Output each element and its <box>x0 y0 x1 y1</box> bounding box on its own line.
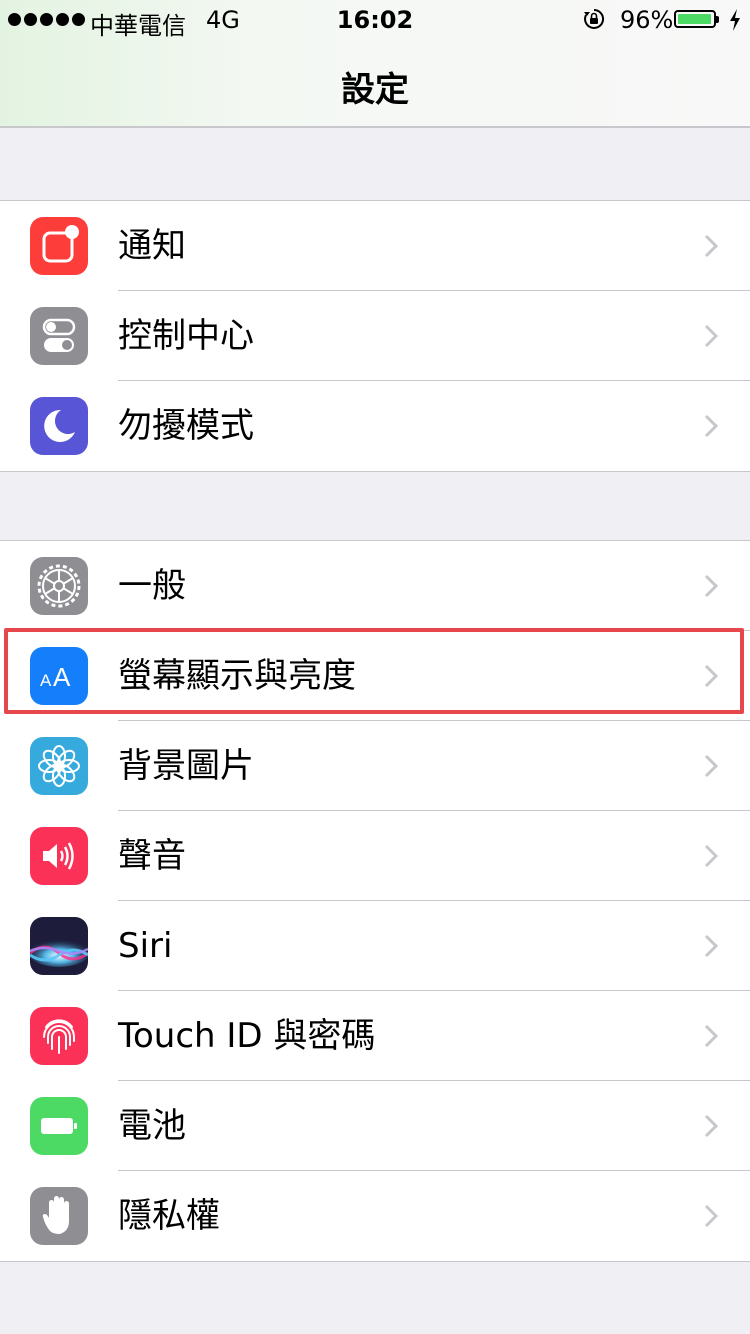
svg-text:A: A <box>53 662 71 692</box>
gear-icon <box>30 557 88 615</box>
settings-row-label: 螢幕顯示與亮度 <box>118 656 356 696</box>
settings-row-do-not-disturb[interactable]: 勿擾模式 <box>0 381 750 471</box>
chevron-right-icon <box>704 324 718 348</box>
battery-icon <box>674 10 719 28</box>
chevron-right-icon <box>704 414 718 438</box>
settings-row-label: Siri <box>118 926 173 966</box>
chevron-right-icon <box>704 1204 718 1228</box>
settings-group-2: 一般 A A 螢幕顯示與亮度 背景圖片 聲音 Siri Touch ID 與密碼… <box>0 540 750 1262</box>
control-center-icon <box>30 307 88 365</box>
settings-row-touch-id[interactable]: Touch ID 與密碼 <box>0 991 750 1081</box>
settings-row-label: 電池 <box>118 1106 186 1146</box>
settings-row-siri[interactable]: Siri <box>0 901 750 991</box>
chevron-right-icon <box>704 664 718 688</box>
charging-bolt-icon <box>730 9 740 31</box>
rotation-lock-icon <box>584 8 605 29</box>
settings-row-wallpaper[interactable]: 背景圖片 <box>0 721 750 811</box>
settings-row-label: Touch ID 與密碼 <box>118 1016 376 1056</box>
hand-icon <box>30 1187 88 1245</box>
chevron-right-icon <box>704 1024 718 1048</box>
siri-icon <box>30 917 88 975</box>
settings-row-label: 一般 <box>118 566 186 606</box>
settings-group-1: 通知 控制中心 勿擾模式 <box>0 200 750 472</box>
settings-row-label: 勿擾模式 <box>118 406 254 446</box>
settings-row-label: 通知 <box>118 226 186 266</box>
fingerprint-icon <box>30 1007 88 1065</box>
chevron-right-icon <box>704 844 718 868</box>
settings-row-control-center[interactable]: 控制中心 <box>0 291 750 381</box>
page-title: 設定 <box>341 70 409 110</box>
settings-row-sounds[interactable]: 聲音 <box>0 811 750 901</box>
svg-text:A: A <box>40 671 52 690</box>
status-bar: 中華電信 4G 16:02 96% <box>0 0 750 40</box>
settings-row-label: 聲音 <box>118 836 186 876</box>
chevron-right-icon <box>704 234 718 258</box>
chevron-right-icon <box>704 934 718 958</box>
settings-row-privacy[interactable]: 隱私權 <box>0 1171 750 1261</box>
notifications-icon <box>30 217 88 275</box>
battery-percent: 96% <box>620 6 674 34</box>
battery-icon <box>30 1097 88 1155</box>
flower-icon <box>30 737 88 795</box>
settings-row-general[interactable]: 一般 <box>0 541 750 631</box>
settings-row-label: 控制中心 <box>118 316 254 356</box>
settings-row-label: 隱私權 <box>118 1196 220 1236</box>
navigation-bar: 中華電信 4G 16:02 96% 設定 <box>0 0 750 128</box>
settings-row-battery[interactable]: 電池 <box>0 1081 750 1171</box>
text-size-icon: A A <box>30 647 88 705</box>
settings-row-notifications[interactable]: 通知 <box>0 201 750 291</box>
chevron-right-icon <box>704 754 718 778</box>
chevron-right-icon <box>704 574 718 598</box>
settings-row-display-brightness[interactable]: A A 螢幕顯示與亮度 <box>0 631 750 721</box>
chevron-right-icon <box>704 1114 718 1138</box>
moon-icon <box>30 397 88 455</box>
settings-row-label: 背景圖片 <box>118 746 254 786</box>
speaker-icon <box>30 827 88 885</box>
